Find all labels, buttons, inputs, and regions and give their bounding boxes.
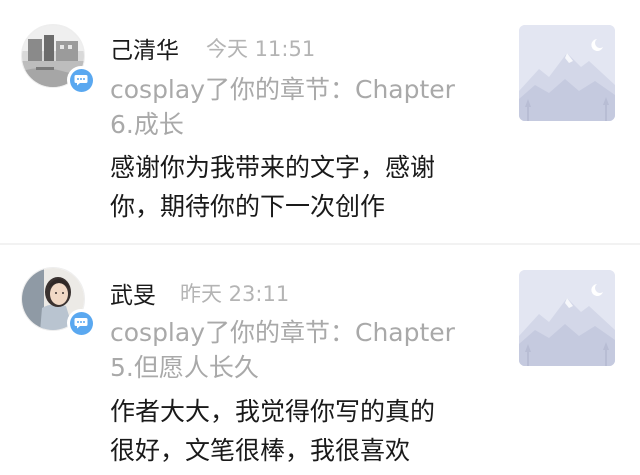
user-name[interactable]: 己清华 [110,31,179,65]
avatar-wrap[interactable] [21,24,95,98]
chapter-thumbnail[interactable] [519,270,615,366]
comment-time: 今天 11:51 [206,37,316,61]
comment-message: 感谢你为我带来的文字，感谢 你，期待你的下一次创作 [110,148,500,226]
chat-bubble-icon [69,68,93,92]
reference-line: cosplay了你的章节：Chapter [110,318,455,347]
message-line: 很好，文笔很棒，我很喜欢 [110,436,411,465]
message-line: 感谢你为我带来的文字，感谢 [110,153,436,182]
chapter-reference[interactable]: cosplay了你的章节：Chapter 6.成长 [110,72,500,142]
comment-feed: 己清华 今天 11:51 cosplay了你的章节：Chapter 6.成长 感… [0,0,640,475]
comment-message: 作者大大，我觉得你写的真的 很好，文笔很棒，我很喜欢 [110,392,500,470]
message-line: 作者大大，我觉得你写的真的 [110,397,436,426]
comment-badge [67,309,95,337]
reference-line: 6.成长 [110,110,184,139]
message-line: 你，期待你的下一次创作 [110,192,386,221]
mountain-placeholder-icon [519,270,615,366]
reference-line: cosplay了你的章节：Chapter [110,75,455,104]
comment-item[interactable]: 己清华 今天 11:51 cosplay了你的章节：Chapter 6.成长 感… [0,0,640,243]
mountain-placeholder-icon [519,25,615,121]
chapter-thumbnail[interactable] [519,25,615,121]
reference-line: 5.但愿人长久 [110,353,259,382]
chat-bubble-icon [69,311,93,335]
comment-badge [67,66,95,94]
comment-time: 昨天 23:11 [180,282,290,306]
chapter-reference[interactable]: cosplay了你的章节：Chapter 5.但愿人长久 [110,315,500,385]
user-name[interactable]: 武旻 [110,276,156,310]
avatar-wrap[interactable] [21,267,95,341]
comment-item[interactable]: 武旻 昨天 23:11 cosplay了你的章节：Chapter 5.但愿人长久… [0,245,640,475]
